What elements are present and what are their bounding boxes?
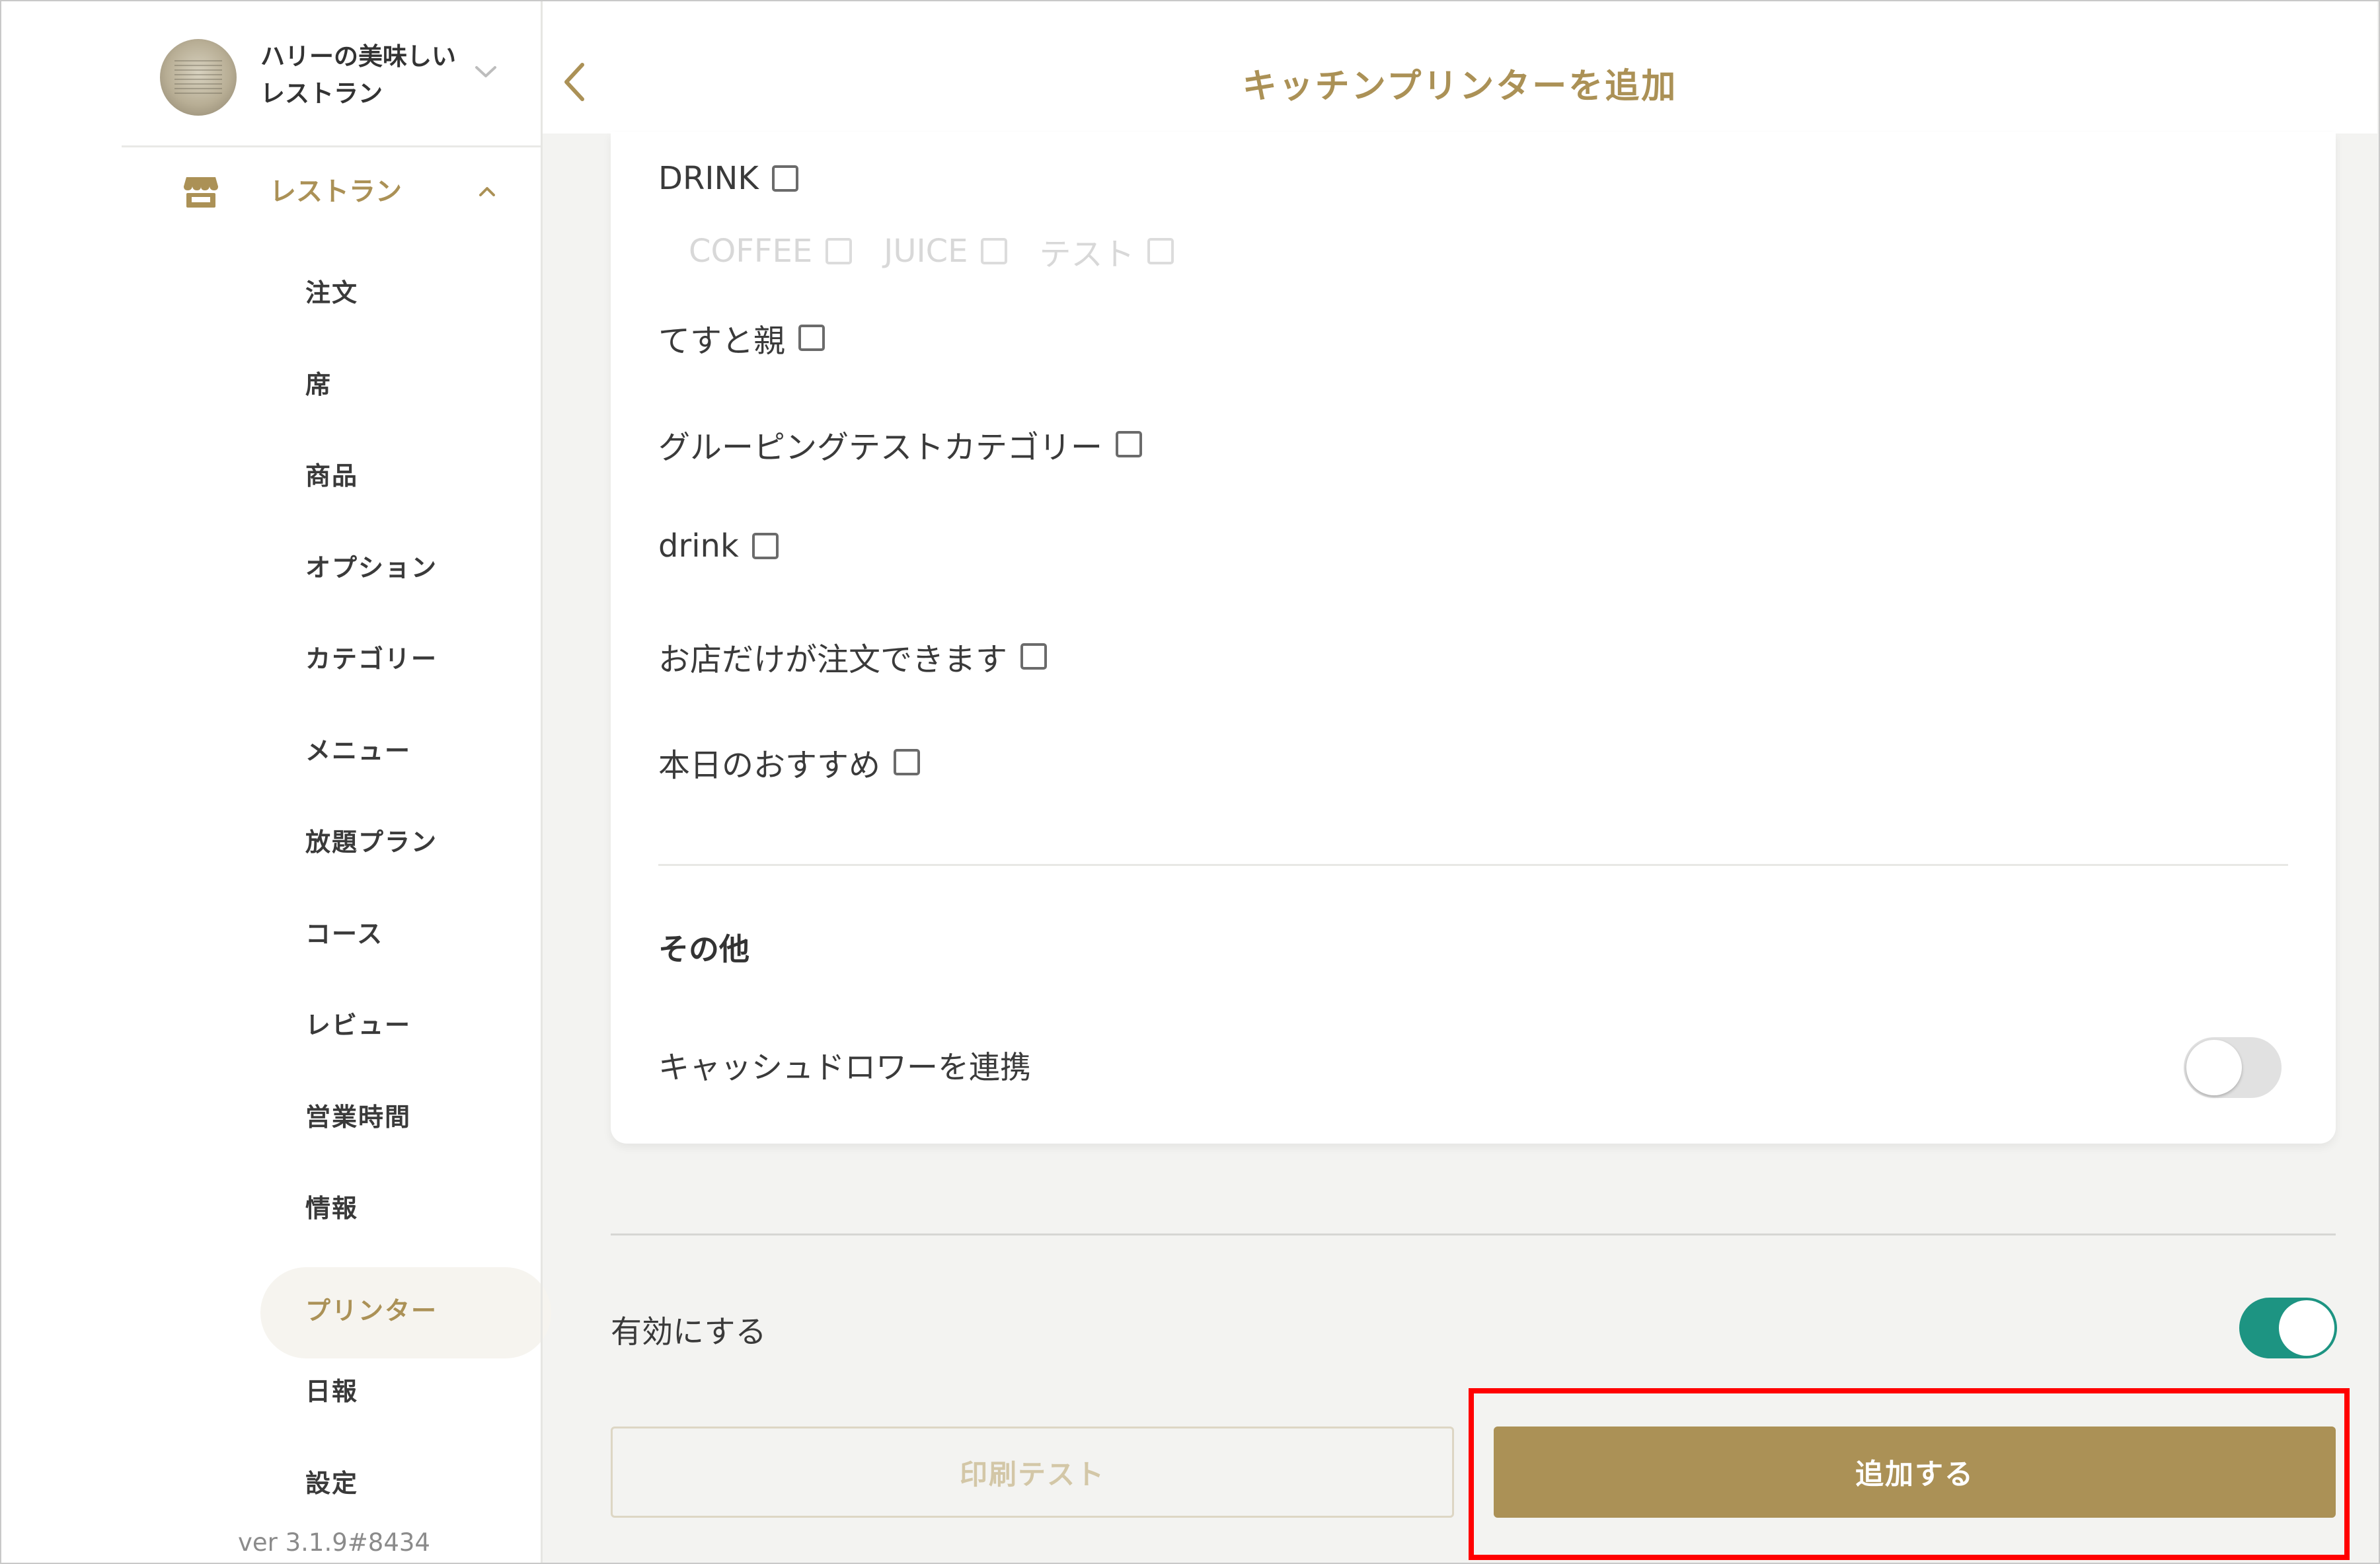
footer-divider xyxy=(611,1233,2336,1235)
page-header: キッチンプリンターを追加 xyxy=(543,1,2377,134)
drink-subcategories: COFFEE JUICE テスト xyxy=(689,228,1206,274)
category-checkbox[interactable] xyxy=(798,325,825,351)
chevron-down-icon[interactable] xyxy=(475,65,497,79)
sidebar-section-restaurant[interactable]: レストラン xyxy=(122,160,542,226)
subcategory-checkbox xyxy=(981,238,1008,264)
sidebar: ハリーの美味しいレストラン レストラン 注文 席 商品 オプション カテゴリー … xyxy=(1,1,551,1563)
subcategory-checkbox xyxy=(1147,238,1174,264)
enable-toggle[interactable] xyxy=(2239,1298,2337,1358)
chevron-up-icon[interactable] xyxy=(479,186,496,197)
other-section-title: その他 xyxy=(658,931,749,967)
category-label: お店だけが注文できます xyxy=(658,641,1008,678)
subcategory-coffee: COFFEE xyxy=(689,233,853,270)
category-label: グルーピングテストカテゴリー xyxy=(658,429,1103,466)
cash-drawer-label: キャッシュドロワーを連携 xyxy=(658,1050,1031,1086)
category-settings-card: DRINK COFFEE JUICE テスト てすと親 グルーピングテストカテゴ… xyxy=(611,132,2336,1144)
store-icon xyxy=(184,177,218,208)
sidebar-item-reviews[interactable]: レビュー xyxy=(1,980,541,1072)
restaurant-name[interactable]: ハリーの美味しいレストラン xyxy=(260,38,472,112)
subcategory-checkbox xyxy=(825,238,853,264)
sidebar-item-orders[interactable]: 注文 xyxy=(1,248,541,340)
sidebar-divider xyxy=(122,145,542,147)
category-row-drink-lower[interactable]: drink xyxy=(658,528,779,565)
cash-drawer-toggle[interactable] xyxy=(2184,1037,2282,1098)
sidebar-item-categories[interactable]: カテゴリー xyxy=(1,614,541,706)
sidebar-section-label: レストラン xyxy=(270,176,402,207)
restaurant-avatar xyxy=(160,39,237,116)
sidebar-item-courses[interactable]: コース xyxy=(1,889,541,981)
category-checkbox[interactable] xyxy=(771,165,798,192)
page-title: キッチンプリンターを追加 xyxy=(1242,67,1678,106)
category-checkbox[interactable] xyxy=(894,749,921,775)
sidebar-item-business-hours[interactable]: 営業時間 xyxy=(1,1072,541,1164)
sidebar-item-seats[interactable]: 席 xyxy=(1,340,541,432)
sidebar-item-info[interactable]: 情報 xyxy=(1,1163,541,1255)
sidebar-item-all-you-can-plans[interactable]: 放題プラン xyxy=(1,797,541,889)
subcategory-juice: JUICE xyxy=(884,233,1008,270)
sidebar-nav: 注文 席 商品 オプション カテゴリー メニュー 放題プラン コース レビュー … xyxy=(1,248,551,1530)
sidebar-item-settings[interactable]: 設定 xyxy=(1,1438,541,1530)
subcategory-test: テスト xyxy=(1039,228,1174,274)
category-label: 本日のおすすめ xyxy=(658,747,881,784)
sidebar-border xyxy=(541,0,543,1564)
category-row-drink[interactable]: DRINK xyxy=(658,160,798,197)
sidebar-item-printers[interactable]: プリンター xyxy=(1,1255,551,1358)
sidebar-item-menu[interactable]: メニュー xyxy=(1,706,541,798)
category-checkbox[interactable] xyxy=(1020,643,1048,670)
card-divider xyxy=(658,864,2288,866)
category-row-recommend[interactable]: 本日のおすすめ xyxy=(658,739,921,785)
highlight-annotation xyxy=(1469,1388,2350,1560)
category-label: てすと親 xyxy=(658,323,786,360)
sidebar-item-products[interactable]: 商品 xyxy=(1,431,541,523)
sidebar-item-options[interactable]: オプション xyxy=(1,523,541,615)
category-label: DRINK xyxy=(658,160,759,197)
category-checkbox[interactable] xyxy=(751,533,779,559)
category-row-grouping[interactable]: グルーピングテストカテゴリー xyxy=(658,421,1143,467)
sidebar-item-daily-report[interactable]: 日報 xyxy=(1,1347,541,1438)
enable-label: 有効にする xyxy=(611,1314,767,1350)
app-version: ver 3.1.9#8434 xyxy=(238,1528,430,1557)
print-test-button[interactable]: 印刷テスト xyxy=(611,1427,1454,1518)
category-row-test-parent[interactable]: てすと親 xyxy=(658,315,825,361)
category-checkbox[interactable] xyxy=(1116,431,1143,457)
category-label: drink xyxy=(658,528,739,565)
category-row-store-only[interactable]: お店だけが注文できます xyxy=(658,633,1048,680)
